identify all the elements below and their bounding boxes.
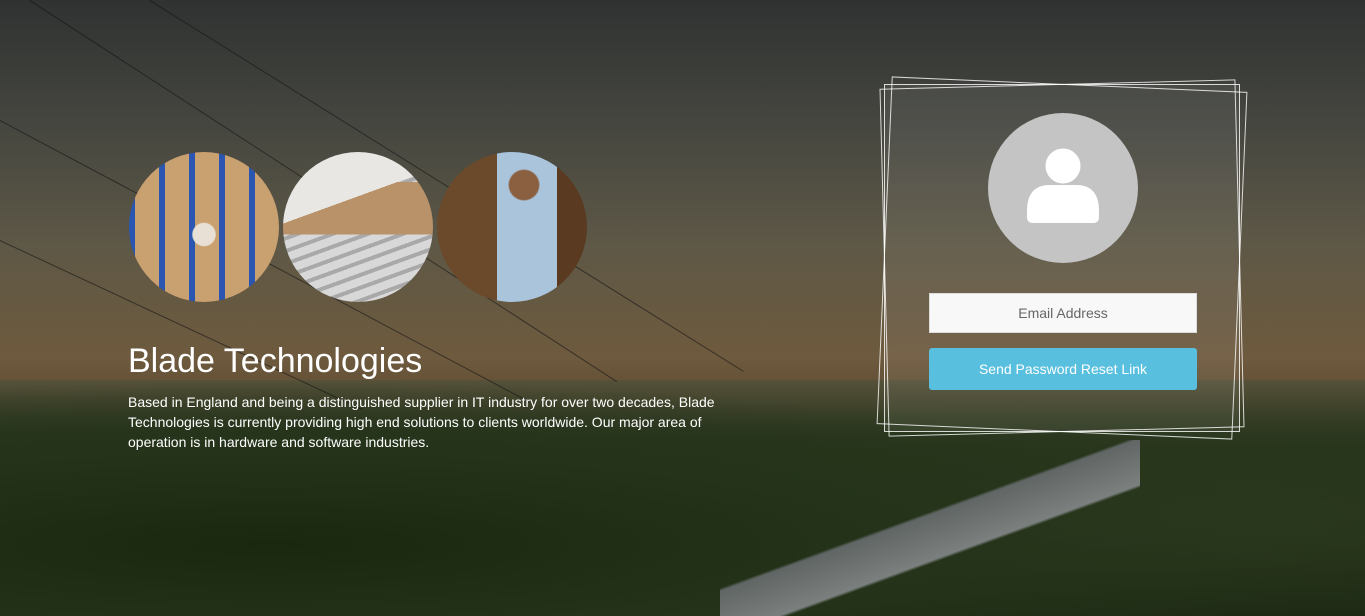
- warehouse-aisle-image: [129, 152, 279, 302]
- email-input[interactable]: [929, 293, 1197, 333]
- background-road: [720, 440, 1140, 616]
- box-conveyor-image: [283, 152, 433, 302]
- user-icon: [1027, 145, 1099, 223]
- send-reset-link-button[interactable]: Send Password Reset Link: [929, 348, 1197, 390]
- user-avatar: [988, 113, 1138, 263]
- man-laptop-image: [437, 152, 587, 302]
- company-description: Based in England and being a distinguish…: [128, 394, 715, 450]
- company-title: Blade Technologies: [128, 342, 423, 380]
